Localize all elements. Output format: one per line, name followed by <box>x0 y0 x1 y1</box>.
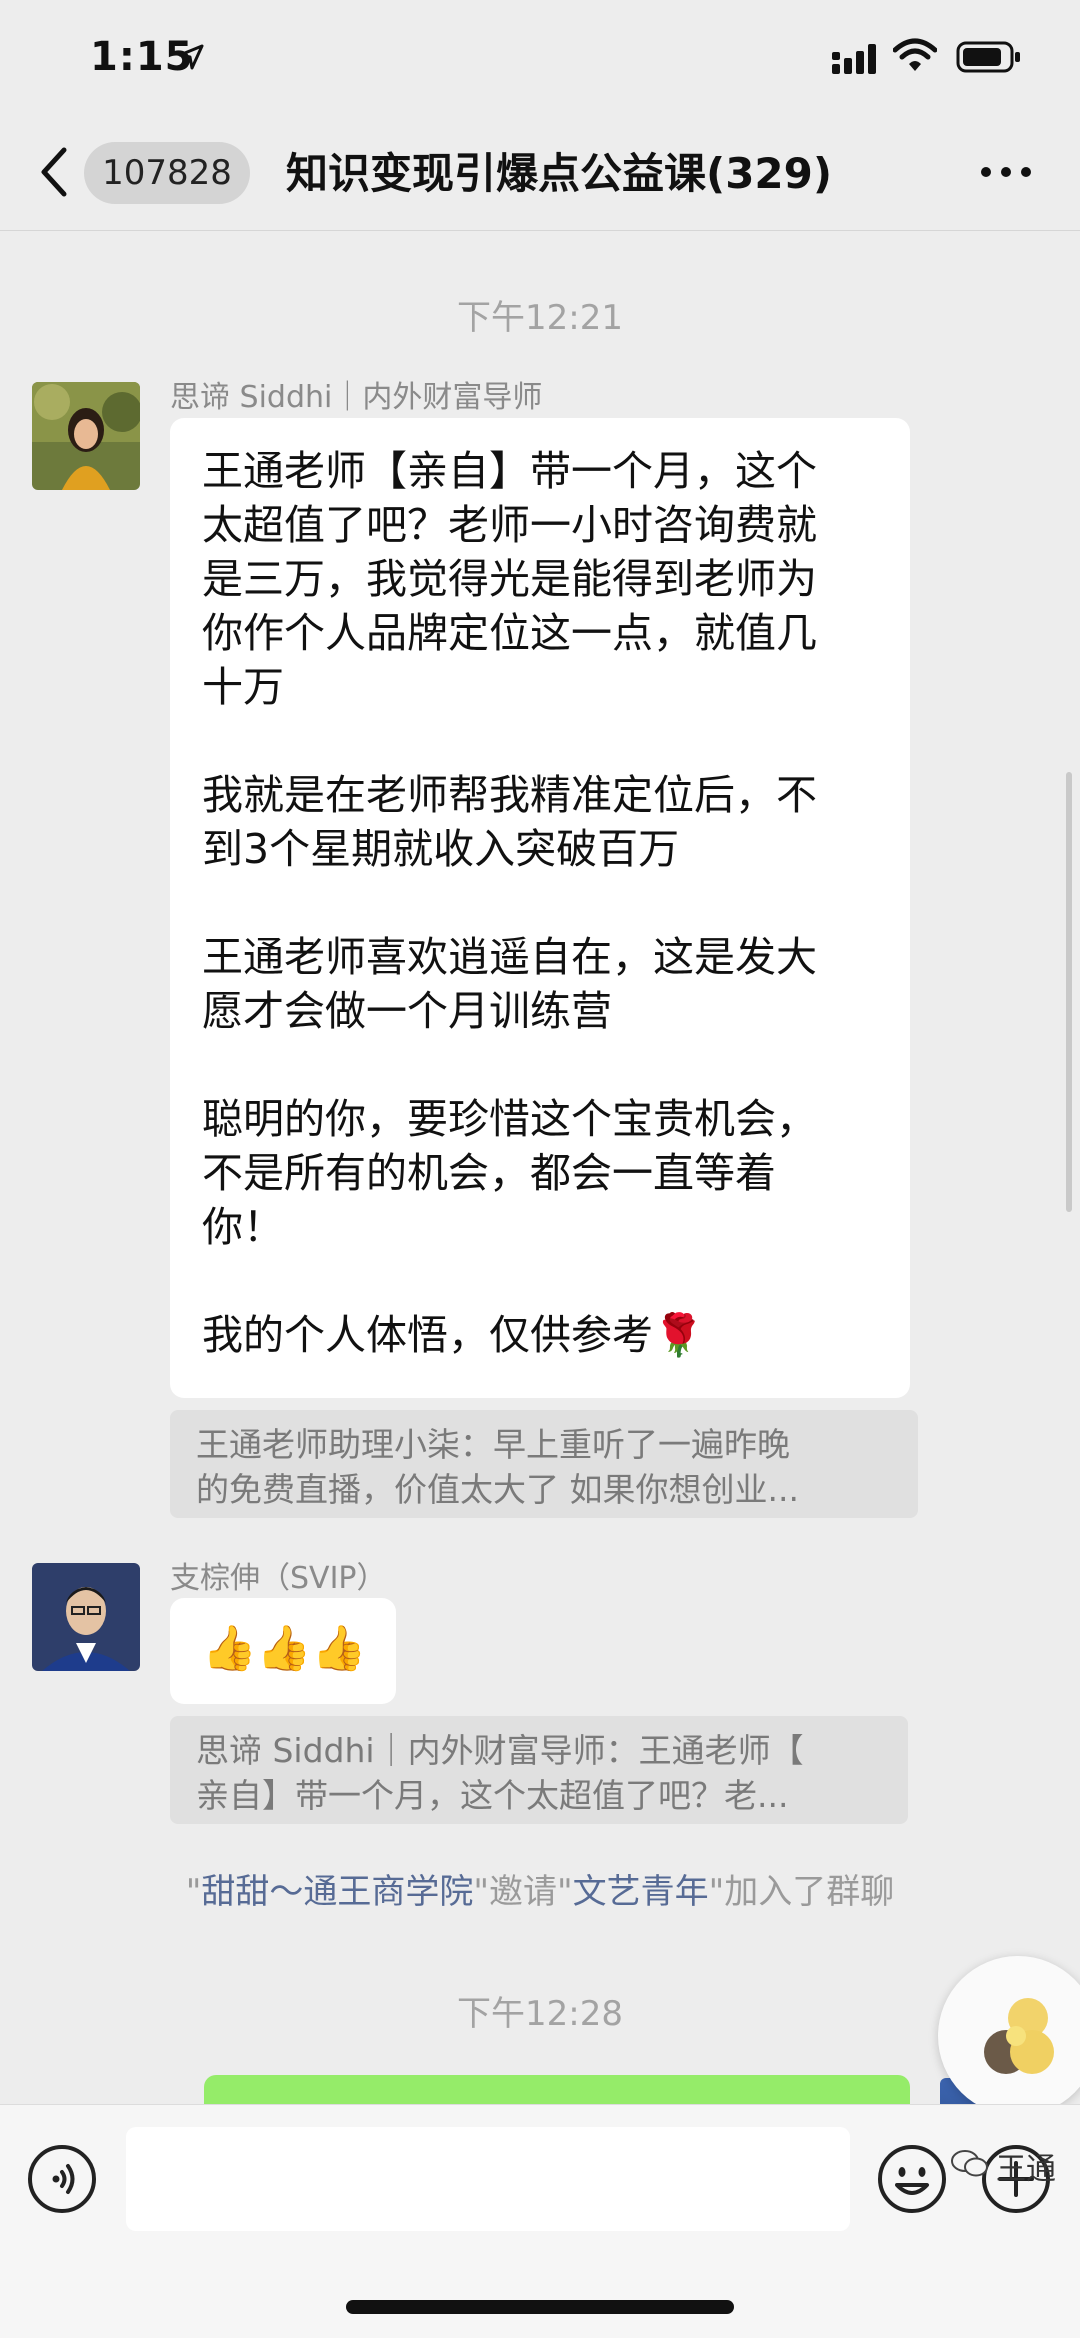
battery-icon <box>956 41 1020 73</box>
unread-count-badge[interactable]: 107828 <box>84 142 250 204</box>
avatar[interactable] <box>32 382 140 490</box>
message-timestamp: 下午12:28 <box>457 1994 623 2034</box>
back-arrow-icon[interactable] <box>34 144 74 200</box>
cellular-signal-icon <box>832 44 876 74</box>
sender-name: 支棕伸（SVIP） <box>170 1561 387 1596</box>
voice-input-icon[interactable] <box>26 2143 98 2215</box>
sender-name: 思谛 Siddhi｜内外财富导师 <box>170 380 543 415</box>
chat-title: 知识变现引爆点公益课(329) <box>286 149 833 198</box>
watermark-text: 王通 <box>996 2152 1056 2187</box>
quoted-reply[interactable]: 王通老师助理小柒：早上重听了一遍昨晚 的免费直播，价值太大了 如果你想创业... <box>170 1410 918 1518</box>
message-bubble[interactable]: 王通老师【亲自】带一个月，这个 太超值了吧？老师一小时咨询费就 是三万，我觉得光… <box>170 418 910 1398</box>
quote-line: 的免费直播，价值太大了 如果你想创业... <box>196 1470 799 1509</box>
status-bar: 1:15 <box>0 0 1080 120</box>
location-arrow-icon <box>178 44 204 70</box>
message-text: 王通老师【亲自】带一个月，这个 太超值了吧？老师一小时咨询费就 是三万，我觉得光… <box>202 447 817 1359</box>
quote-line: 亲自】带一个月，这个太超值了吧？老... <box>196 1776 789 1815</box>
message-bubble[interactable]: 👍👍👍 <box>170 1598 396 1704</box>
wechat-logo-icon <box>951 2150 988 2177</box>
system-notice: "甜甜～通王商学院"邀请"文艺青年"加入了群聊 <box>185 1872 895 1912</box>
message-input[interactable] <box>126 2127 850 2231</box>
home-indicator[interactable] <box>346 2300 734 2314</box>
invitee-name-link[interactable]: 文艺青年 <box>573 1872 709 1912</box>
floating-window-button[interactable] <box>938 1956 1080 2116</box>
quoted-reply[interactable]: 思谛 Siddhi｜内外财富导师：王通老师【 亲自】带一个月，这个太超值了吧？老… <box>170 1716 908 1824</box>
message-text: 👍👍👍 <box>202 1623 367 1674</box>
chat-header: 107828 知识变现引爆点公益课(329) <box>0 120 1080 231</box>
quote-line: 王通老师助理小柒：早上重听了一遍昨晚 <box>196 1425 790 1464</box>
scrollbar[interactable] <box>1066 772 1072 1212</box>
floating-window-icon <box>984 1998 1054 2074</box>
more-options-icon[interactable] <box>980 162 1032 182</box>
wifi-icon <box>893 38 937 71</box>
message-timestamp: 下午12:21 <box>457 298 623 338</box>
emoji-icon[interactable] <box>876 2143 948 2215</box>
inviter-name-link[interactable]: 甜甜～通王商学院 <box>201 1872 473 1912</box>
avatar[interactable] <box>32 1563 140 1671</box>
quote-line: 思谛 Siddhi｜内外财富导师：王通老师【 <box>196 1731 804 1770</box>
